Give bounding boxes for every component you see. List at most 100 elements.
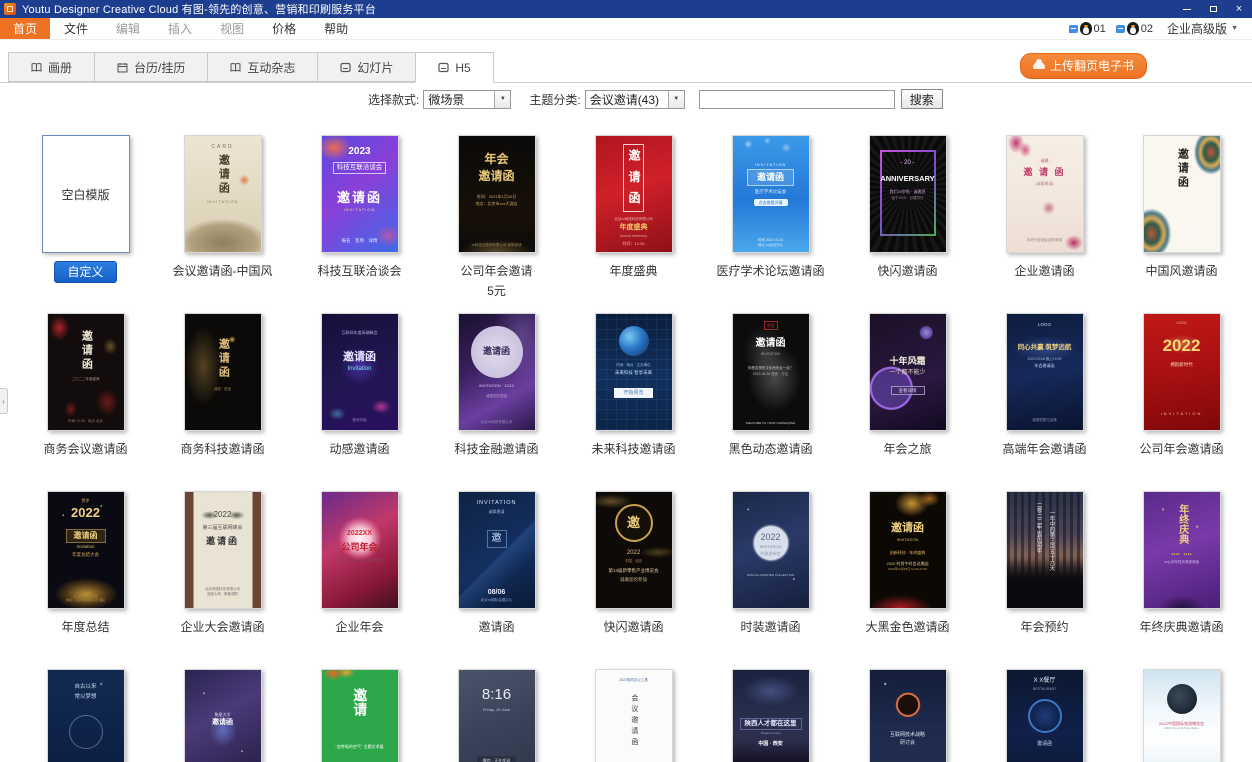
template-thumbnail[interactable]: 邀 请 函北京xx网络科技有限公司年度盛典Annual ceremony时间：1…	[595, 135, 673, 253]
left-panel-toggle[interactable]: ›	[0, 388, 8, 414]
thumbnail-text: 年度总结大会	[72, 552, 99, 558]
template-cell: 2023科技互联洽谈会邀请函INVITATION报名 签到 详情科技互联洽谈会	[291, 135, 428, 313]
thumbnail-text: 邀请函	[216, 338, 230, 380]
thumbnail-text: 邀请函	[212, 719, 233, 728]
template-cell: 互联网技术战略研讨会	[839, 669, 976, 762]
style-dropdown[interactable]: 微场景 ▼	[423, 90, 511, 109]
thumbnail-text: 未来科技 智享未来	[615, 370, 652, 376]
thumbnail-text: 诚邀 · 莅临	[214, 387, 231, 391]
template-thumbnail[interactable]: 自古以来常以梦想	[47, 669, 125, 762]
template-thumbnail[interactable]: 邀请函INVITATION创新科技 · 年终盛典2022 时尚午时会议邀函202…	[869, 491, 947, 609]
thumbnail-text: 一个都不能少	[889, 370, 925, 378]
template-thumbnail[interactable]: 2022第三届互联网峰会邀请函北京有图科技有限公司诚邀大驾 · 敬备薄酌	[184, 491, 262, 609]
template-thumbnail[interactable]: 十年风霜一个都不能少查看详情	[869, 313, 947, 431]
menu-view[interactable]: 视图	[206, 18, 258, 39]
template-thumbnail[interactable]: 邀2022中国 · 北京第13届新零售产业博览会诚邀您的参加	[595, 491, 673, 609]
template-thumbnail[interactable]: 贺岁2022邀请函Invitation年度总结大会2022年1月29日地址：北京…	[47, 491, 125, 609]
thumbnail-text: INVITATION	[897, 537, 919, 542]
menu-edit[interactable]: 编辑	[102, 18, 154, 39]
minimize-button[interactable]	[1174, 0, 1200, 18]
qq-account-2[interactable]: 02	[1116, 22, 1153, 35]
template-thumbnail[interactable]: X X餐厅RESTAURANT邀请函	[1006, 669, 1084, 762]
template-thumbnail[interactable]: INVITATION邀请函医疗学术论坛会点击查看详情时间 2021.01.01地…	[732, 135, 810, 253]
upload-ebook-button[interactable]: 上传翻页电子书	[1020, 53, 1147, 79]
menu-help[interactable]: 帮助	[310, 18, 362, 39]
thumbnail-text: 2022年11月25日 14:00-17:00	[888, 568, 927, 572]
thumbnail-text	[69, 715, 103, 749]
customize-button[interactable]: 自定义	[54, 261, 116, 283]
template-thumbnail[interactable]: - 20 -ANNIVERSARY我们20岁啦 · 诚邀您始于2002 · 廿载…	[869, 135, 947, 253]
search-button[interactable]: 搜索	[901, 89, 943, 109]
thumbnail-text: 2022XX	[347, 530, 372, 539]
template-thumbnail[interactable]: 时间 · 地点 · 主办单位未来科技 智享未来开始阅览	[595, 313, 673, 431]
menu-home[interactable]: 首页	[0, 18, 50, 39]
thumbnail-text: 邀 请 函	[623, 144, 644, 212]
thumbnail-text: xx公司年终庆典邀请函	[1164, 560, 1199, 564]
template-cell: 8:16Friday, 15 June微信 · 正在发送	[428, 669, 565, 762]
restore-button[interactable]	[1200, 0, 1226, 18]
template-thumbnail[interactable]: 陕西人才都在这里Shaanxi rencai中国 · 西安	[732, 669, 810, 762]
thumbnail-text: - 20 -	[900, 160, 914, 168]
style-dropdown-value: 微场景	[424, 91, 494, 108]
thumbnail-text: INVITATION	[761, 352, 780, 356]
tab-magazine[interactable]: 互动杂志	[207, 52, 317, 82]
title-bar: Youtu Designer Creative Cloud 有图-领先的创意、营…	[0, 0, 1252, 18]
thumbnail-text: 2022	[71, 505, 100, 521]
chevron-right-icon: ›	[2, 397, 5, 406]
menu-price[interactable]: 价格	[258, 18, 310, 39]
thumbnail-text: 年度盛典	[620, 224, 648, 233]
tab-h5[interactable]: H5	[415, 52, 493, 83]
template-cell: 聚星大学邀请函	[154, 669, 291, 762]
template-thumbnail[interactable]: 2022XX公司年会2022-12-25 北京xx国际酒店	[321, 491, 399, 609]
template-thumbnail[interactable]: LOGO2022拥抱新时代INVITATION	[1143, 313, 1221, 431]
template-thumbnail[interactable]: 8:16Friday, 15 June微信 · 正在发送	[458, 669, 536, 762]
category-dropdown[interactable]: 会议邀请(43) ▼	[585, 90, 685, 109]
menu-file[interactable]: 文件	[50, 18, 102, 39]
plan-dropdown[interactable]: 企业高级版 ▼	[1163, 20, 1242, 37]
thumbnail-text: 邀请函	[66, 529, 106, 543]
template-thumbnail[interactable]: 二零二二年 农历闰年一年中的第三百五十六天	[1006, 491, 1084, 609]
thumbnail-text: 时装发布会	[761, 551, 781, 556]
close-button[interactable]: ×	[1226, 0, 1252, 18]
template-thumbnail[interactable]: 邀请函	[1143, 135, 1221, 253]
template-thumbnail[interactable]: INVITATION诚挚邀请邀08/06北京xx国际会展中心	[458, 491, 536, 609]
qq-account-1[interactable]: 01	[1069, 22, 1106, 35]
template-label: 医疗学术论坛邀请函	[716, 262, 824, 279]
template-thumbnail[interactable]: 邀请"会呼吸的空气" 主题艺术展	[321, 669, 399, 762]
thumbnail-text: 微信 · 正在发送	[477, 756, 517, 762]
template-cell: CARD邀请函INVITATION会议邀请函-中国风	[154, 135, 291, 313]
template-thumbnail[interactable]: 互联网技术战略研讨会	[869, 669, 947, 762]
thumbnail-text: 创新科技 · 年终盛典	[890, 550, 926, 555]
template-thumbnail[interactable]: 互联网年度高端峰会邀请函Invitation敬请光临	[321, 313, 399, 431]
template-cell: 年终庆典●●●● ●●●●xx公司年终庆典邀请函年终庆典邀请函	[1113, 491, 1250, 669]
search-input[interactable]	[699, 90, 895, 109]
template-cell: X X餐厅RESTAURANT邀请函	[976, 669, 1113, 762]
template-thumbnail[interactable]: 聚星大学邀请函	[184, 669, 262, 762]
tab-calendar[interactable]: 台历/挂历	[94, 52, 207, 82]
thumbnail-text: 北京xx国际会展中心	[481, 598, 513, 602]
template-thumbnail[interactable]: 2022中国国际旅游博览会2022 China Intl Travel Expo	[1143, 669, 1221, 762]
template-thumbnail[interactable]: 邀请函二〇二二年度盛典时间 12.30 · 地点 北京	[47, 313, 125, 431]
thumbnail-text: - 诚邀 -	[1038, 158, 1051, 163]
qq-penguin-icon	[1080, 22, 1092, 35]
template-thumbnail[interactable]: 2022协同办公工具会议邀请函	[595, 669, 673, 762]
template-thumbnail[interactable]: 邀请函INVITATION · 12/12诚邀您的莅临北京xx科技有限公司	[458, 313, 536, 431]
template-thumbnail[interactable]: 2023科技互联洽谈会邀请函INVITATION报名 签到 详情	[321, 135, 399, 253]
blank-template[interactable]: 空白模版	[42, 135, 130, 253]
template-thumbnail[interactable]: LOGO同心共赢 筑梦远航2022/12/18 晚上19:00年会邀请函诚邀您拨…	[1006, 313, 1084, 431]
template-thumbnail[interactable]: 邀请函诚邀 · 莅临	[184, 313, 262, 431]
template-label: 快闪邀请函	[877, 262, 937, 279]
template-cell: 自古以来常以梦想	[17, 669, 154, 762]
template-thumbnail[interactable]: - 诚邀 -邀 请 函(诚挚邀请)年终大型酒会诚挚邀请	[1006, 135, 1084, 253]
window-title: Youtu Designer Creative Cloud 有图-领先的创意、营…	[22, 1, 376, 17]
template-thumbnail[interactable]: 年终庆典●●●● ●●●●xx公司年终庆典邀请函	[1143, 491, 1221, 609]
magazine-icon	[230, 62, 241, 73]
template-thumbnail[interactable]: 年会邀请函时间：2021年1月20日地点：北京市xxx大酒店xx科技互联网有限公…	[458, 135, 536, 253]
menu-insert[interactable]: 插入	[154, 18, 206, 39]
template-label: 时装邀请函	[740, 618, 800, 635]
tab-album[interactable]: 画册	[8, 52, 94, 82]
template-thumbnail[interactable]: 2022INVITATION时装发布会2022 FALL/WINTER COLL…	[732, 491, 810, 609]
template-thumbnail[interactable]: CARD邀请函INVITATION	[184, 135, 262, 253]
template-thumbnail[interactable]: 中国邀请函INVITATION你是否想来文化西安走一走？2022.08.26 西…	[732, 313, 810, 431]
tab-slides[interactable]: 幻灯片	[317, 52, 415, 82]
